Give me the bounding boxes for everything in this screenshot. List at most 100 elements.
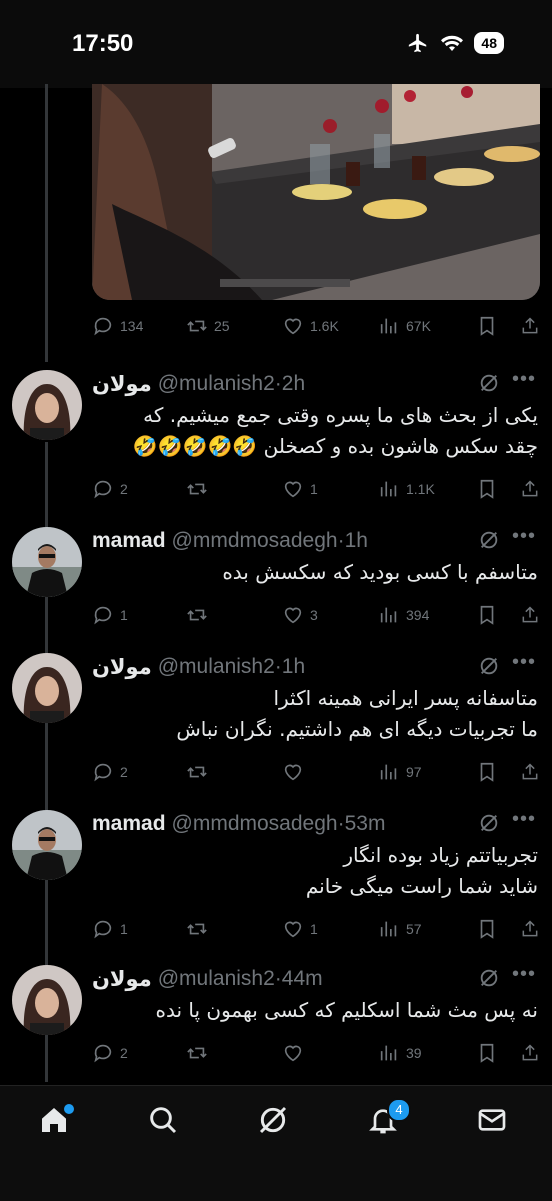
tab-messages[interactable] (476, 1104, 512, 1140)
separator-dot: · (337, 812, 345, 835)
share-button[interactable] (520, 315, 540, 337)
more-icon[interactable]: ••• (512, 808, 536, 831)
like-button[interactable]: 1 (282, 478, 378, 500)
views-button[interactable]: 1.1K (378, 478, 476, 500)
share-button[interactable] (520, 918, 540, 940)
repost-button[interactable] (186, 478, 282, 500)
share-button[interactable] (520, 1042, 540, 1064)
grok-icon[interactable] (478, 529, 500, 551)
avatar[interactable] (12, 965, 82, 1035)
handle[interactable]: @mulanish2 (158, 655, 275, 679)
display-name[interactable]: mamad (92, 529, 166, 553)
grok-icon (259, 1106, 287, 1134)
reply-button[interactable]: 1 (92, 604, 186, 626)
tweet-text: متاسفانه پسر ایرانی همینه اکثرا ما تجربیا… (92, 683, 538, 745)
avatar[interactable] (12, 653, 82, 723)
grok-icon[interactable] (478, 655, 500, 677)
avatar[interactable] (12, 810, 82, 880)
tab-grok[interactable] (257, 1104, 293, 1140)
bookmark-button[interactable] (476, 315, 520, 337)
more-icon[interactable]: ••• (512, 963, 536, 986)
handle[interactable]: @mmdmosadegh (172, 529, 338, 553)
tweet-text-line: تجربیاتتم زیاد بوده انگار (343, 843, 538, 867)
tab-home[interactable] (38, 1102, 76, 1140)
views-button[interactable]: 57 (378, 918, 476, 940)
share-button[interactable] (520, 478, 540, 500)
view-count: 97 (406, 764, 422, 780)
share-icon (522, 1044, 538, 1061)
display-name[interactable]: مولان (92, 655, 152, 680)
more-icon[interactable]: ••• (512, 368, 536, 391)
share-button[interactable] (520, 604, 540, 626)
repost-button[interactable] (186, 604, 282, 626)
reply-button[interactable]: 2 (92, 1042, 186, 1064)
repost-count: 25 (214, 318, 230, 334)
avatar[interactable] (12, 527, 82, 597)
tab-search[interactable] (147, 1104, 183, 1140)
display-name[interactable]: مولان (92, 372, 152, 397)
views-button[interactable]: 39 (378, 1042, 476, 1064)
repost-button[interactable]: 25 (186, 315, 282, 337)
like-button[interactable] (282, 1042, 378, 1064)
like-count: 1 (310, 921, 318, 937)
share-button[interactable] (520, 761, 540, 783)
repost-button[interactable] (186, 1042, 282, 1064)
bookmark-button[interactable] (476, 1042, 520, 1064)
reply-count: 2 (120, 1045, 128, 1061)
like-button[interactable]: 1.6K (282, 315, 378, 337)
avatar[interactable] (12, 370, 82, 440)
grok-icon[interactable] (478, 372, 500, 394)
tweet-text-line: یکی از بحث های ما پسره وقتی جمع میشیم. ک… (143, 403, 538, 427)
share-icon (522, 317, 538, 334)
more-icon[interactable]: ••• (512, 651, 536, 674)
view-count: 39 (406, 1045, 422, 1061)
repost-icon (187, 1047, 207, 1059)
tab-notifications[interactable]: 4 (367, 1098, 411, 1140)
timestamp: 2h (281, 372, 306, 395)
tweet-photo[interactable] (92, 84, 540, 300)
repost-button[interactable] (186, 761, 282, 783)
display-name[interactable]: mamad (92, 812, 166, 836)
share-icon (522, 480, 538, 497)
more-icon[interactable]: ••• (512, 525, 536, 548)
reply-icon (94, 1044, 112, 1063)
reply-button[interactable]: 1 (92, 918, 186, 940)
bookmark-icon (480, 605, 494, 625)
tweet-text-line: متاسفانه پسر ایرانی همینه اکثرا (273, 686, 538, 710)
views-button[interactable]: 67K (378, 315, 476, 337)
handle[interactable]: @mulanish2 (158, 372, 275, 396)
bookmark-button[interactable] (476, 604, 520, 626)
heart-icon (284, 318, 302, 335)
bookmark-button[interactable] (476, 918, 520, 940)
tweet-text: متاسفم با کسی بودید که سکسش بده (92, 557, 538, 588)
reply-button[interactable]: 134 (92, 315, 186, 337)
views-icon (380, 764, 397, 780)
tweet-header: مولان @mulanish2 · 1h (92, 653, 305, 681)
grok-icon[interactable] (478, 967, 500, 989)
handle[interactable]: @mulanish2 (158, 967, 275, 991)
reply-button[interactable]: 2 (92, 478, 186, 500)
view-count: 1.1K (406, 481, 435, 497)
search-icon (150, 1107, 177, 1134)
repost-icon (187, 483, 207, 495)
tweet-text-line: متاسفم با کسی بودید که سکسش بده (222, 560, 538, 584)
views-button[interactable]: 394 (378, 604, 476, 626)
grok-icon[interactable] (478, 812, 500, 834)
status-icons: 48 (406, 32, 504, 54)
thread-line (45, 84, 48, 362)
like-button[interactable] (282, 761, 378, 783)
reply-button[interactable]: 2 (92, 761, 186, 783)
display-name[interactable]: مولان (92, 967, 152, 992)
separator-dot: · (274, 655, 282, 678)
bookmark-icon (480, 479, 494, 499)
separator-dot: · (274, 967, 282, 990)
tweet-actions: 1 1 57 (92, 914, 540, 944)
like-button[interactable]: 3 (282, 604, 378, 626)
repost-button[interactable] (186, 918, 282, 940)
handle[interactable]: @mmdmosadegh (172, 812, 338, 836)
tweet-header: mamad @mmdmosadegh · 53m (92, 810, 385, 838)
like-button[interactable]: 1 (282, 918, 378, 940)
bookmark-button[interactable] (476, 478, 520, 500)
bookmark-button[interactable] (476, 761, 520, 783)
views-button[interactable]: 97 (378, 761, 476, 783)
